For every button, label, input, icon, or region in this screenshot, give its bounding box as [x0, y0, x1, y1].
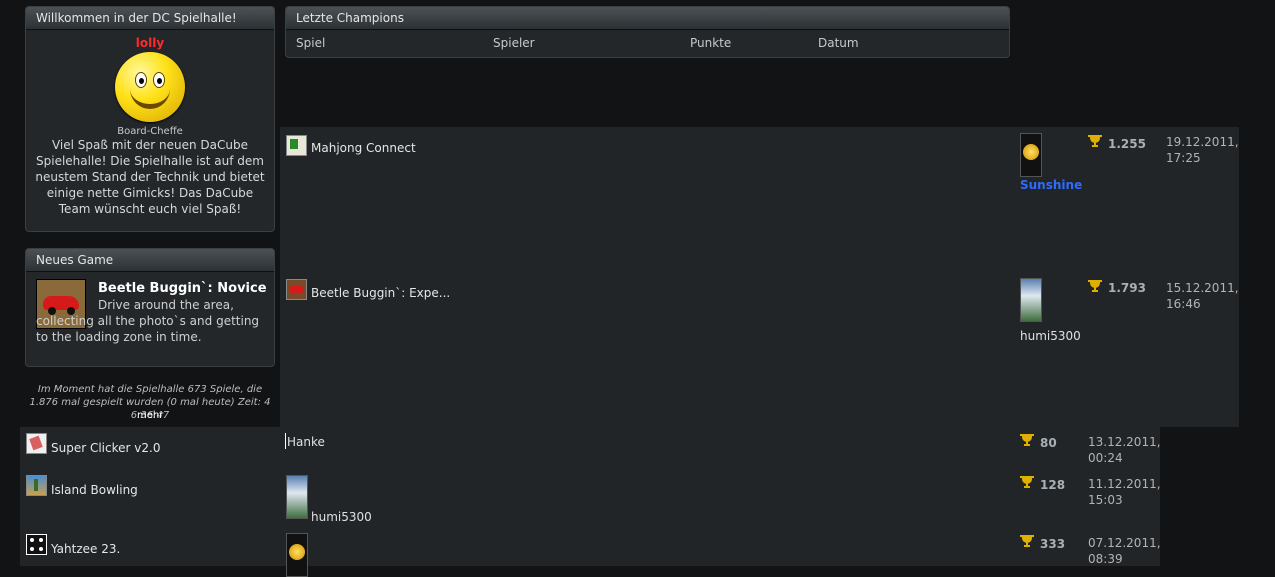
- trophy-icon: [1020, 434, 1034, 446]
- bowling-icon[interactable]: [26, 475, 47, 496]
- robot-avatar-icon[interactable]: [1020, 278, 1042, 322]
- robot-avatar-icon[interactable]: [286, 475, 308, 519]
- user-name[interactable]: lolly: [26, 36, 274, 50]
- trophy-icon: [1020, 535, 1034, 547]
- player-name-link[interactable]: Hanke: [287, 435, 325, 449]
- more-link[interactable]: mehr: [137, 410, 163, 421]
- column-header-player: Spieler: [493, 36, 535, 50]
- mahjong-icon[interactable]: [286, 135, 307, 156]
- trophy-icon: [1020, 476, 1034, 488]
- champions-panel: Letzte Champions Spiel Spieler Punkte Da…: [285, 6, 1010, 58]
- player-separator: [285, 433, 286, 449]
- column-header-date: Datum: [818, 36, 859, 50]
- date-value: 11.12.2011, 15:03: [1088, 477, 1161, 507]
- date-value: 07.12.2011, 08:39: [1088, 536, 1161, 566]
- welcome-panel: Willkommen in der DC Spielhalle! lolly B…: [25, 6, 275, 232]
- column-header-points: Punkte: [690, 36, 732, 50]
- score-value: 1.793: [1108, 281, 1146, 295]
- date-value: 13.12.2011, 00:24: [1088, 435, 1161, 465]
- new-game-panel-title: Neues Game: [26, 249, 274, 272]
- champion-rows-upper: [280, 127, 1239, 427]
- dice-icon[interactable]: [26, 534, 47, 555]
- welcome-panel-title: Willkommen in der DC Spielhalle!: [26, 7, 274, 30]
- date-value: 19.12.2011, 17:25: [1166, 135, 1239, 165]
- champion-rows-lower: [20, 427, 1160, 566]
- player-name-link[interactable]: humi5300: [1020, 329, 1081, 343]
- champions-panel-title: Letzte Champions: [286, 7, 1009, 30]
- new-game-description: Drive around the area, collecting all th…: [36, 298, 260, 344]
- new-game-panel: Neues Game Beetle Buggin`: Novice Drive …: [25, 248, 275, 367]
- welcome-text: Viel Spaß mit der neuen DaCube Spielehal…: [35, 138, 265, 216]
- score-value: 1.255: [1108, 137, 1146, 151]
- trophy-icon: [1088, 280, 1102, 292]
- column-header-game: Spiel: [296, 36, 326, 50]
- game-name-link[interactable]: Mahjong Connect: [311, 141, 416, 155]
- game-name-link[interactable]: Island Bowling: [51, 483, 138, 497]
- new-game-title[interactable]: Beetle Buggin`: Novice: [98, 281, 267, 296]
- sun-avatar-icon[interactable]: [286, 533, 308, 577]
- smiley-avatar-icon: [115, 52, 185, 122]
- game-name-link[interactable]: Yahtzee 23.: [51, 542, 120, 556]
- clicker-icon[interactable]: [26, 433, 47, 454]
- score-value: 128: [1040, 478, 1066, 492]
- trophy-icon: [1088, 135, 1102, 147]
- beetle-icon[interactable]: [286, 279, 307, 300]
- player-name-link[interactable]: humi5300: [311, 510, 372, 524]
- user-rank: Board-Cheffe: [117, 126, 183, 137]
- game-name-link[interactable]: Super Clicker v2.0: [51, 441, 160, 455]
- date-value: 15.12.2011, 16:46: [1166, 281, 1239, 311]
- score-value: 333: [1040, 537, 1066, 551]
- score-value: 80: [1040, 436, 1057, 450]
- player-name-link[interactable]: Sunshine: [1020, 178, 1082, 192]
- sun-avatar-icon[interactable]: [1020, 133, 1042, 177]
- game-name-link[interactable]: Beetle Buggin`: Expe...: [311, 286, 450, 300]
